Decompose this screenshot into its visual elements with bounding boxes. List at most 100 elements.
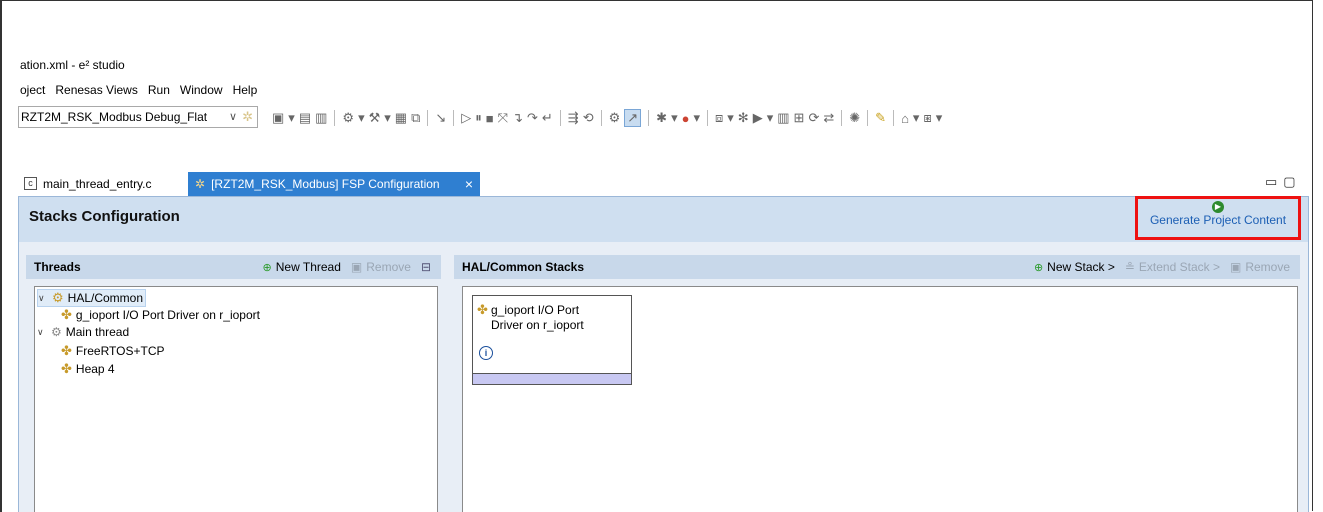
window-title: ation.xml - e² studio xyxy=(20,58,125,72)
dropdown-icon[interactable]: ▾ xyxy=(913,110,920,126)
hierarchy-icon[interactable]: ⊞ xyxy=(794,110,805,126)
menu-renesas-views[interactable]: Renesas Views xyxy=(55,83,138,97)
dropdown-icon[interactable]: ▾ xyxy=(936,110,943,126)
new-icon[interactable]: ▣ xyxy=(272,110,284,126)
close-icon[interactable]: × xyxy=(465,176,473,192)
generate-project-content-button[interactable]: ▶ Generate Project Content xyxy=(1135,196,1301,240)
build-hammer-icon[interactable]: ⚒ xyxy=(369,110,381,126)
collapse-icon[interactable]: ⊟ xyxy=(421,260,431,274)
save-icon[interactable]: ▤ xyxy=(299,110,311,126)
add-icon: ⊕ xyxy=(1033,261,1044,274)
remove-label: Remove xyxy=(1245,260,1290,274)
instruction-step-icon[interactable]: ⇶ xyxy=(568,110,579,126)
toolbar-separator xyxy=(453,110,455,126)
main-toolbar: ▣ ▾ ▤ ▥ ⚙ ▾ ⚒ ▾ ▦ ⧉ ↘ ▷ ⏸ ■ ⤧ ↴ ↷ ↵ ⇶ ⟲ … xyxy=(272,109,942,127)
menu-bar: oject Renesas Views Run Window Help xyxy=(20,83,257,97)
remove-icon: ▣ xyxy=(350,260,363,274)
step-over-icon[interactable]: ↷ xyxy=(527,110,538,126)
menu-help[interactable]: Help xyxy=(233,83,258,97)
maximize-icon[interactable]: ▢ xyxy=(1283,174,1301,189)
stacks-header: HAL/Common Stacks ⊕ New Stack > ≗ Extend… xyxy=(454,255,1300,279)
skip-icon[interactable]: ↘ xyxy=(435,110,446,126)
new-stack-label: New Stack > xyxy=(1047,260,1115,274)
debug-mode-icon[interactable]: ↗ xyxy=(624,109,642,127)
tree-item-hal-common[interactable]: ∨ ⚙ HAL/Common xyxy=(37,289,147,307)
tree-item-label: Heap 4 xyxy=(75,362,115,376)
binary-icon[interactable]: ▦ xyxy=(395,110,407,126)
tree-item-label: g_ioport I/O Port Driver on r_ioport xyxy=(75,308,260,322)
play-icon[interactable]: ▶ xyxy=(753,110,763,126)
threads-title: Threads xyxy=(34,260,81,274)
pencil-icon[interactable]: ✎ xyxy=(875,110,886,126)
resume-icon[interactable]: ▷ xyxy=(461,110,471,126)
expand-arrow-icon[interactable]: ∨ xyxy=(37,327,47,338)
refresh-icon[interactable]: ⟳ xyxy=(808,110,819,126)
dropdown-icon[interactable]: ▾ xyxy=(288,110,295,126)
terminate-icon[interactable]: ■ xyxy=(486,111,494,126)
tree-item-label: Main thread xyxy=(65,325,130,339)
module-icon: ✤ xyxy=(61,343,72,358)
dropdown-icon[interactable]: ▾ xyxy=(384,110,391,126)
module-icon: ✤ xyxy=(477,302,488,317)
tree-item-label: HAL/Common xyxy=(67,291,144,305)
toolbar-separator xyxy=(893,110,895,126)
toolbar-separator xyxy=(648,110,650,126)
remove-thread-button[interactable]: ▣ Remove xyxy=(351,260,411,274)
tab-label: main_thread_entry.c xyxy=(43,176,152,191)
launch-configuration-select[interactable]: RZT2M_RSK_Modbus Debug_Flat ∨ ✲ xyxy=(18,106,258,128)
columns-icon[interactable]: ▥ xyxy=(777,110,789,126)
threads-tree: ∨ ⚙ HAL/Common ✤ g_ioport I/O Port Drive… xyxy=(34,286,438,512)
save-all-icon[interactable]: ▥ xyxy=(315,110,327,126)
window-border-left xyxy=(0,0,2,512)
open-perspective-icon[interactable]: ⌂ xyxy=(901,111,909,126)
add-icon: ⊕ xyxy=(262,261,272,274)
tab-main-thread-entry[interactable]: c main_thread_entry.c xyxy=(18,172,158,195)
sync-icon[interactable]: ⇄ xyxy=(823,110,834,126)
new-thread-button[interactable]: ⊕ New Thread xyxy=(263,260,341,274)
tree-item-g-ioport[interactable]: ✤ g_ioport I/O Port Driver on r_ioport xyxy=(61,307,260,323)
menu-window[interactable]: Window xyxy=(180,83,223,97)
connect-icon[interactable]: ⧉ xyxy=(411,110,420,126)
debug-bug-icon[interactable]: ✱ xyxy=(656,110,667,126)
tree-item-main-thread[interactable]: ∨ ⚙ Main thread xyxy=(37,325,129,339)
toolbar-separator xyxy=(334,110,336,126)
stack-module-card[interactable]: ✤ g_ioport I/O Port Driver on r_ioport i xyxy=(472,295,632,385)
tree-item-freertos-tcp[interactable]: ✤ FreeRTOS+TCP xyxy=(61,343,165,359)
reset-icon[interactable]: ⟲ xyxy=(583,110,594,126)
menu-run[interactable]: Run xyxy=(148,83,170,97)
external-tools-icon[interactable]: ⧈ xyxy=(715,110,723,126)
step-return-icon[interactable]: ↵ xyxy=(542,110,553,126)
dropdown-icon[interactable]: ▾ xyxy=(671,110,678,126)
new-stack-button[interactable]: ⊕ New Stack > xyxy=(1034,260,1115,274)
dropdown-icon[interactable]: ▾ xyxy=(693,110,700,126)
profile-icon[interactable]: ✻ xyxy=(738,110,749,126)
chevron-down-icon[interactable]: ∨ xyxy=(229,110,237,123)
tab-fsp-configuration[interactable]: ✲ [RZT2M_RSK_Modbus] FSP Configuration × xyxy=(188,172,480,196)
plugin-icon[interactable]: ✺ xyxy=(849,110,860,126)
step-into-icon[interactable]: ↴ xyxy=(512,110,523,126)
dropdown-icon[interactable]: ▾ xyxy=(727,110,734,126)
c-file-icon: c xyxy=(24,177,37,190)
new-c-project-icon[interactable]: ⧆ xyxy=(923,110,931,126)
expand-arrow-icon[interactable]: ∨ xyxy=(38,293,48,304)
extend-stack-label: Extend Stack > xyxy=(1138,260,1220,274)
hal-common-icon: ⚙ xyxy=(52,290,64,305)
launch-configuration-value: RZT2M_RSK_Modbus Debug_Flat xyxy=(21,110,208,124)
remove-icon: ▣ xyxy=(1229,260,1242,274)
toolbar-separator xyxy=(600,110,602,126)
card-line-2: Driver on r_ioport xyxy=(491,318,584,332)
dropdown-icon[interactable]: ▾ xyxy=(358,110,365,126)
remove-stack-button[interactable]: ▣ Remove xyxy=(1230,260,1290,274)
tree-item-heap-4[interactable]: ✤ Heap 4 xyxy=(61,361,115,377)
info-icon[interactable]: i xyxy=(479,346,493,360)
settings-icon[interactable]: ⚙ xyxy=(342,110,354,126)
minimize-icon[interactable]: ▭ xyxy=(1265,174,1283,189)
extend-stack-button[interactable]: ≗ Extend Stack > xyxy=(1125,260,1220,274)
menu-project[interactable]: oject xyxy=(20,83,45,97)
suspend-icon[interactable]: ⏸ xyxy=(475,110,482,126)
dropdown-icon[interactable]: ▾ xyxy=(767,110,774,126)
gear-icon[interactable]: ✲ xyxy=(242,109,253,125)
config-gear-icon[interactable]: ⚙ xyxy=(609,110,621,126)
disconnect-icon[interactable]: ⤧ xyxy=(498,110,508,126)
run-icon[interactable]: ● xyxy=(682,111,690,126)
